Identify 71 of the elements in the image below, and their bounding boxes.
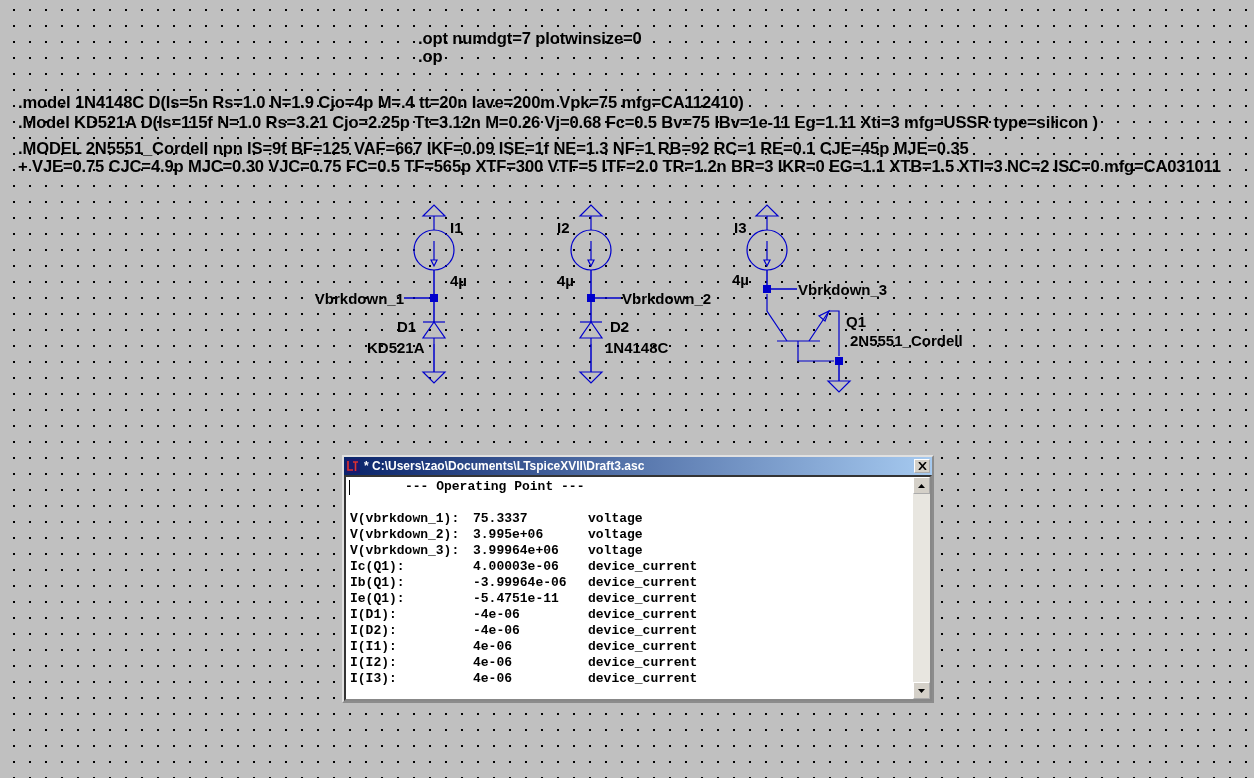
quantity-name: Ib(Q1): bbox=[350, 575, 406, 591]
quantity-value: 4e-06 bbox=[473, 671, 513, 687]
source-value: 4µ bbox=[732, 271, 749, 288]
close-button[interactable] bbox=[914, 459, 930, 473]
quantity-name: V(vbrkdown_1): bbox=[350, 511, 461, 527]
quantity-value: 4.00003e-06 bbox=[473, 559, 560, 575]
source-name: I1 bbox=[450, 219, 463, 236]
diode-symbol bbox=[421, 320, 447, 345]
net-label: Vbrkdown_2 bbox=[622, 290, 712, 307]
diode-model: 1N4148C bbox=[605, 339, 669, 356]
current-source-symbol bbox=[570, 204, 612, 271]
source-name: I2 bbox=[557, 219, 570, 236]
source-value: 4µ bbox=[557, 272, 574, 289]
text-cursor bbox=[349, 480, 350, 495]
current-source-symbol bbox=[746, 204, 788, 271]
wire bbox=[590, 343, 592, 373]
quantity-value: 4e-06 bbox=[473, 655, 513, 671]
quantity-value: -4e-06 bbox=[473, 623, 521, 639]
quantity-type: device_current bbox=[588, 575, 699, 591]
quantity-name: Ie(Q1): bbox=[350, 591, 406, 607]
source-value: 4µ bbox=[450, 272, 467, 289]
quantity-name: I(I1): bbox=[350, 639, 398, 655]
quantity-name: Ic(Q1): bbox=[350, 559, 406, 575]
scroll-up-icon bbox=[918, 483, 925, 488]
ground-symbol bbox=[826, 380, 852, 393]
quantity-type: voltage bbox=[588, 511, 644, 527]
quantity-name: V(vbrkdown_2): bbox=[350, 527, 461, 543]
quantity-type: device_current bbox=[588, 639, 699, 655]
quantity-type: voltage bbox=[588, 543, 644, 559]
diode-name: D2 bbox=[610, 318, 630, 335]
quantity-name: I(I2): bbox=[350, 655, 398, 671]
quantity-value: 75.3337 bbox=[473, 511, 529, 527]
spice-directive-line: .op bbox=[418, 48, 444, 66]
quantity-type: device_current bbox=[588, 591, 699, 607]
scroll-down-icon bbox=[918, 688, 925, 693]
quantity-value: 3.99964e+06 bbox=[473, 543, 560, 559]
spice-directive-line: .MODEL 2N5551_Cordell npn IS=9f BF=125 VAF=667 IKF=0.09 ISE=1f NE=1.3 NF=1 RB=92 RC=1 RE=0.1 CJE=45p MJE=0.35 bbox=[18, 140, 970, 158]
diode-model: KD521A bbox=[367, 339, 425, 356]
spice-directive-line: .model 1N4148C D(Is=5n Rs=1.0 N=1.9 Cjo=4p M=.4 tt=20n Iave=200m Vpk=75 mfg=CA112410) bbox=[18, 94, 744, 112]
quantity-name: I(D2): bbox=[350, 623, 398, 639]
close-icon bbox=[917, 462, 927, 470]
quantity-value: -4e-06 bbox=[473, 607, 521, 623]
window-title: * C:\Users\zao\Documents\LTspiceXVII\Draft3.asc bbox=[364, 459, 646, 473]
diode-symbol bbox=[578, 320, 604, 345]
wire bbox=[433, 343, 435, 373]
source-name: I3 bbox=[734, 219, 747, 236]
diode-name: D1 bbox=[397, 318, 417, 335]
net-label: Vbrkdown_3 bbox=[798, 281, 888, 298]
app-icon bbox=[346, 459, 360, 473]
quantity-type: voltage bbox=[588, 527, 644, 543]
quantity-value: 4e-06 bbox=[473, 639, 513, 655]
quantity-type: device_current bbox=[588, 623, 699, 639]
quantity-value: -3.99964e-06 bbox=[473, 575, 568, 591]
spice-directive-line: + VJE=0.75 CJC=4.9p MJC=0.30 VJC=0.75 FC=0.5 TF=565p XTF=300 VTF=5 ITF=2.0 TR=1.2n BR=3 IKR=0 EG=1.1 XTB=1.5 XTI=3 NC=2 ISC=0 mfg=CA031011 bbox=[18, 158, 1221, 176]
net-label: Vbrkdown_1 bbox=[314, 290, 404, 307]
quantity-value: -5.4751e-11 bbox=[473, 591, 560, 607]
quantity-name: I(D1): bbox=[350, 607, 398, 623]
transistor-name: Q1 bbox=[846, 313, 866, 330]
spice-directive-line: .Model KD521A D(Is=115f N=1.0 Rs=3.21 Cjo=2.25p Tt=3.12n M=0.26 Vj=0.68 Fc=0.5 Bv=75 IBv=1e-11 Eg=1.11 Xti=3 mfg=USSR type=silicon ) bbox=[18, 114, 1098, 132]
output-heading: --- Operating Point --- bbox=[405, 479, 585, 494]
ground-symbol bbox=[421, 371, 447, 384]
ground-symbol bbox=[578, 371, 604, 384]
quantity-type: device_current bbox=[588, 559, 699, 575]
quantity-name: V(vbrkdown_3): bbox=[350, 543, 461, 559]
scrollbar[interactable] bbox=[913, 477, 930, 699]
quantity-type: device_current bbox=[588, 671, 699, 687]
quantity-type: device_current bbox=[588, 655, 699, 671]
quantity-value: 3.995e+06 bbox=[473, 527, 545, 543]
quantity-type: device_current bbox=[588, 607, 699, 623]
transistor-model: 2N5551_Cordell bbox=[850, 332, 963, 349]
quantity-name: I(I3): bbox=[350, 671, 398, 687]
